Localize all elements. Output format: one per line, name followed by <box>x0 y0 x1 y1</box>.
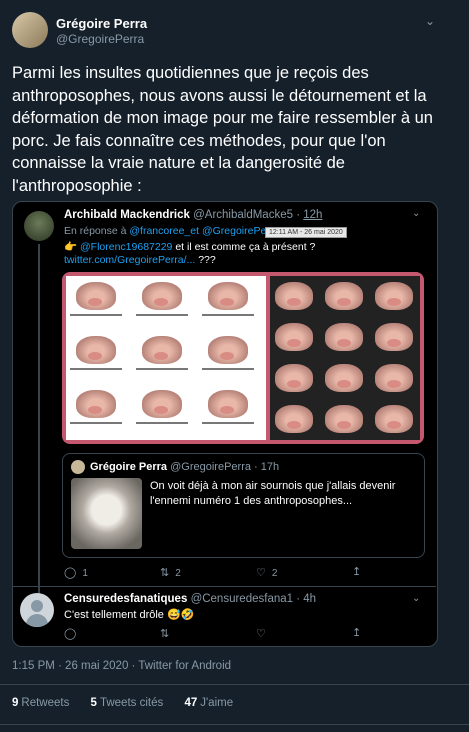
like-button[interactable]: ♡ <box>256 627 272 640</box>
nested-author-avatar <box>71 460 85 474</box>
mention-link[interactable]: @Florenc19687229 <box>80 241 172 253</box>
pig-thumbnail <box>68 332 130 384</box>
nested-image <box>71 478 142 549</box>
quoted-text-line: 👉 @Florenc19687229 et il est comme ça à … <box>64 240 315 253</box>
nested-author-name: Grégoire Perra <box>90 461 168 473</box>
quoted-author-line: Archibald Mackendrick @ArchibaldMacke5 ·… <box>64 209 323 221</box>
pig-thumbnail <box>200 332 262 384</box>
tweet-timestamp[interactable]: 1:15 PM · 26 mai 2020 · Twitter for Andr… <box>12 660 231 672</box>
tweet-link[interactable]: twitter.com/GregoirePerra/... <box>64 254 195 266</box>
pig-thumbnail <box>272 401 318 439</box>
author-name[interactable]: Grégoire Perra <box>56 16 147 31</box>
tweet-stats: 9 Retweets 5 Tweets cités 47 J'aime <box>12 697 251 709</box>
pig-thumbnail <box>134 278 196 330</box>
nested-text: On voit déjà à mon air sournois que j'al… <box>150 480 396 507</box>
retweets-stat[interactable]: 9 Retweets <box>12 697 69 709</box>
comment-author-name[interactable]: Censuredesfanatiques <box>64 593 187 605</box>
quoted-text: et il est comme ça à présent ? <box>175 241 316 253</box>
divider <box>0 684 469 685</box>
retweet-button[interactable]: ⇅ 2 <box>160 566 181 579</box>
likes-stat[interactable]: 47 J'aime <box>184 697 233 709</box>
heart-icon: ♡ <box>256 628 266 640</box>
quoted-link-line: twitter.com/GregoirePerra/... ??? <box>64 254 216 266</box>
image-grid-left <box>66 276 266 440</box>
pig-thumbnail <box>322 360 368 398</box>
quoted-author-handle[interactable]: @ArchibaldMacke5 <box>193 209 293 221</box>
retweet-icon: ⇅ <box>160 567 170 579</box>
pig-thumbnail <box>134 332 196 384</box>
pig-thumbnail <box>68 278 130 330</box>
retweet-icon: ⇅ <box>160 628 170 640</box>
pig-thumbnail <box>372 278 418 316</box>
retweet-button[interactable]: ⇅ <box>160 627 175 640</box>
pig-thumbnail <box>322 319 368 357</box>
divider <box>0 724 469 725</box>
tweet-text: Parmi les insultes quotidiennes que je r… <box>12 64 433 195</box>
image-grid-right <box>270 276 420 440</box>
comment-author-avatar[interactable] <box>20 593 54 627</box>
share-button[interactable]: ↥ <box>352 626 367 639</box>
pig-thumbnail <box>372 360 418 398</box>
share-icon: ↥ <box>352 566 362 578</box>
quoted-time[interactable]: 12h <box>303 209 322 221</box>
chevron-down-icon[interactable]: ⌄ <box>412 208 420 219</box>
author-handle[interactable]: @GregoirePerra <box>56 32 144 46</box>
reply-icon: ◯ <box>64 628 77 640</box>
pig-thumbnail <box>272 319 318 357</box>
pig-thumbnail <box>372 319 418 357</box>
pig-thumbnail <box>322 401 368 439</box>
comment-author-line: Censuredesfanatiques @Censuredesfana1 · … <box>64 593 316 605</box>
pig-thumbnail <box>200 386 262 438</box>
nested-author-handle: @GregoirePerra <box>170 461 251 473</box>
timestamp-tooltip: 12:11 AM - 26 mai 2020 <box>265 227 347 238</box>
comment-text: C'est tellement drôle 😅🤣 <box>64 609 195 621</box>
quoted-author-avatar[interactable] <box>24 211 54 241</box>
pig-thumbnail <box>68 386 130 438</box>
pig-thumbnail <box>322 278 368 316</box>
reply-context: En réponse à @francoree_et @GregoirePerr… <box>64 225 279 237</box>
link-suffix: ??? <box>195 254 216 266</box>
pig-thumbnail <box>134 386 196 438</box>
pig-thumbnail <box>372 401 418 439</box>
heart-icon: ♡ <box>256 567 266 579</box>
thread-line <box>38 244 40 594</box>
reply-mention-1[interactable]: @francoree_et <box>129 225 199 237</box>
reply-button[interactable]: ◯ 1 <box>64 566 88 579</box>
pointer-emoji: 👉 <box>64 241 78 253</box>
nested-time: · 17h <box>254 461 280 473</box>
author-avatar[interactable] <box>12 12 48 48</box>
pig-thumbnail <box>272 360 318 398</box>
divider <box>12 586 436 587</box>
share-icon: ↥ <box>352 627 362 639</box>
pig-thumbnail <box>272 278 318 316</box>
chevron-down-icon[interactable]: ⌄ <box>412 593 420 604</box>
pig-thumbnail <box>200 278 262 330</box>
nested-author-line: Grégoire Perra @GregoirePerra · 17h <box>90 461 279 473</box>
reply-icon: ◯ <box>64 567 77 579</box>
chevron-down-icon[interactable]: ⌄ <box>425 14 435 28</box>
reply-button[interactable]: ◯ <box>64 627 82 640</box>
comment-author-handle[interactable]: @Censuredesfana1 <box>191 593 293 605</box>
quotes-stat[interactable]: 5 Tweets cités <box>91 697 164 709</box>
comment-time[interactable]: · 4h <box>296 593 316 605</box>
quoted-author-name[interactable]: Archibald Mackendrick <box>64 209 190 221</box>
share-button[interactable]: ↥ <box>352 565 367 578</box>
like-button[interactable]: ♡ 2 <box>256 566 277 579</box>
attached-image[interactable] <box>62 272 424 444</box>
reply-prefix: En réponse à <box>64 225 127 237</box>
